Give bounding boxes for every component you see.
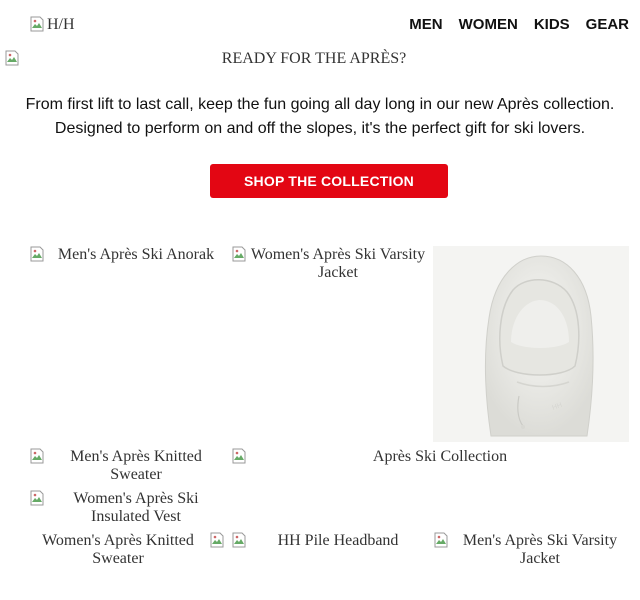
- product-photo-balaclava[interactable]: HH: [433, 246, 629, 442]
- intro-line-1: From first lift to last call, keep the f…: [25, 96, 615, 113]
- nav-gear[interactable]: GEAR: [586, 16, 629, 33]
- product-alt-text: Men's Après Knitted Sweater: [70, 448, 202, 483]
- broken-image-icon: [210, 532, 224, 548]
- product-alt-text: Men's Après Ski Anorak: [57, 246, 215, 263]
- nav-men[interactable]: MEN: [409, 16, 442, 33]
- broken-image-icon: [5, 50, 19, 66]
- intro-line-2: Designed to perform on and off the slope…: [54, 120, 586, 137]
- broken-image-icon: [30, 246, 44, 262]
- product-mens-apres-ski-anorak[interactable]: Men's Après Ski Anorak: [29, 246, 225, 264]
- product-womens-apres-ski-varsity-jacket[interactable]: Women's Après Ski Varsity Jacket: [231, 246, 427, 282]
- broken-image-icon: [30, 490, 44, 506]
- logo[interactable]: H/H: [29, 16, 149, 34]
- intro-text: From first lift to last call, keep the f…: [0, 93, 640, 141]
- broken-image-icon: [30, 448, 44, 464]
- broken-image-icon: [232, 448, 246, 464]
- broken-image-icon: [30, 16, 44, 32]
- shop-collection-button[interactable]: SHOP THE COLLECTION: [210, 164, 448, 198]
- product-womens-apres-knitted-sweater[interactable]: Women's Après Knitted Sweater: [29, 532, 225, 568]
- product-mens-apres-ski-varsity-jacket[interactable]: Men's Après Ski Varsity Jacket: [433, 532, 629, 568]
- product-womens-apres-ski-insulated-vest[interactable]: Women's Après Ski Insulated Vest: [29, 490, 225, 526]
- product-mens-apres-knitted-sweater[interactable]: Men's Après Knitted Sweater: [29, 448, 225, 484]
- hero-image[interactable]: READY FOR THE APRÈS?: [4, 50, 636, 68]
- product-alt-text: Women's Après Ski Varsity Jacket: [250, 246, 426, 281]
- banner-alt-text: Après Ski Collection: [372, 448, 508, 465]
- product-alt-text: Women's Après Ski Insulated Vest: [73, 490, 199, 525]
- product-alt-text: Women's Après Knitted Sweater: [42, 532, 194, 567]
- broken-image-icon: [434, 532, 448, 548]
- broken-image-icon: [232, 532, 246, 548]
- apres-ski-collection-banner[interactable]: Après Ski Collection: [231, 448, 631, 466]
- nav-women[interactable]: WOMEN: [459, 16, 518, 33]
- hero-alt-text: READY FOR THE APRÈS?: [221, 50, 407, 67]
- product-alt-text: Men's Après Ski Varsity Jacket: [462, 532, 618, 567]
- main-nav: MEN WOMEN KIDS GEAR: [409, 16, 629, 33]
- nav-kids[interactable]: KIDS: [534, 16, 570, 33]
- logo-alt-text: H/H: [47, 16, 75, 33]
- balaclava-image: HH: [484, 255, 594, 437]
- broken-image-icon: [232, 246, 246, 262]
- product-hh-pile-headband[interactable]: HH Pile Headband: [231, 532, 427, 550]
- product-alt-text: HH Pile Headband: [277, 532, 399, 549]
